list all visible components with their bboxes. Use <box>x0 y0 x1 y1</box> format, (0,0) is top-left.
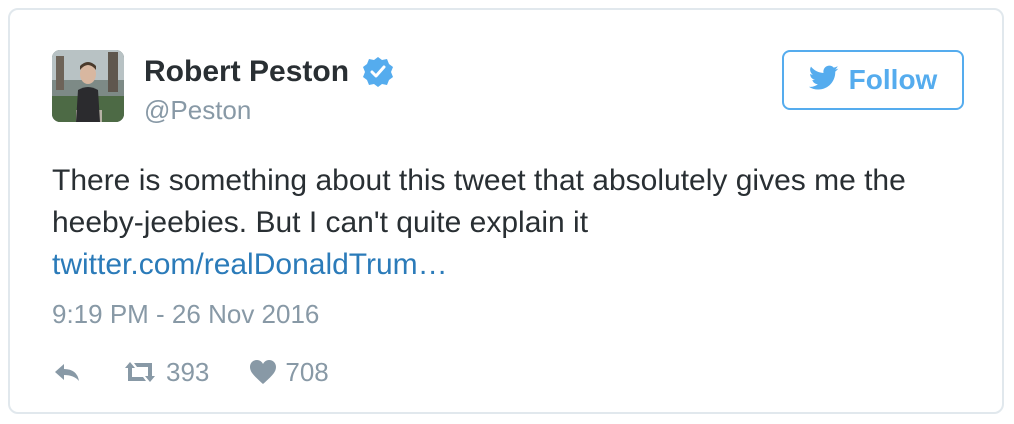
tweet-card: Robert Peston @Peston Follow There is so… <box>8 8 1004 414</box>
author-name[interactable]: Robert Peston <box>144 54 349 90</box>
retweet-icon <box>122 360 158 384</box>
retweet-count: 393 <box>166 356 210 387</box>
author-name-row: Robert Peston <box>144 54 395 90</box>
tweet-timestamp[interactable]: 9:19 PM - 26 Nov 2016 <box>52 298 319 330</box>
avatar[interactable] <box>52 50 124 122</box>
heart-icon <box>249 359 277 385</box>
like-count: 708 <box>285 356 329 387</box>
author-handle[interactable]: @Peston <box>144 94 251 126</box>
follow-label: Follow <box>848 64 938 95</box>
reply-icon <box>52 360 82 384</box>
tweet-text-line-1: There is something about this tweet that… <box>52 164 906 197</box>
follow-button[interactable]: Follow <box>782 50 964 110</box>
twitter-bird-icon <box>808 65 839 96</box>
reply-button[interactable] <box>52 360 82 384</box>
tweet-actions: 393 708 <box>52 354 329 390</box>
like-button[interactable]: 708 <box>249 356 329 388</box>
tweet-text-line-2: heeby-jeebies. But I can't quite explain… <box>52 206 589 239</box>
verified-badge-icon <box>361 55 395 89</box>
profile-photo-icon <box>52 50 124 122</box>
tweet-text: There is something about this tweet that… <box>52 160 982 286</box>
tweet-link[interactable]: twitter.com/realDonaldTrum… <box>52 248 448 281</box>
retweet-button[interactable]: 393 <box>122 357 209 388</box>
